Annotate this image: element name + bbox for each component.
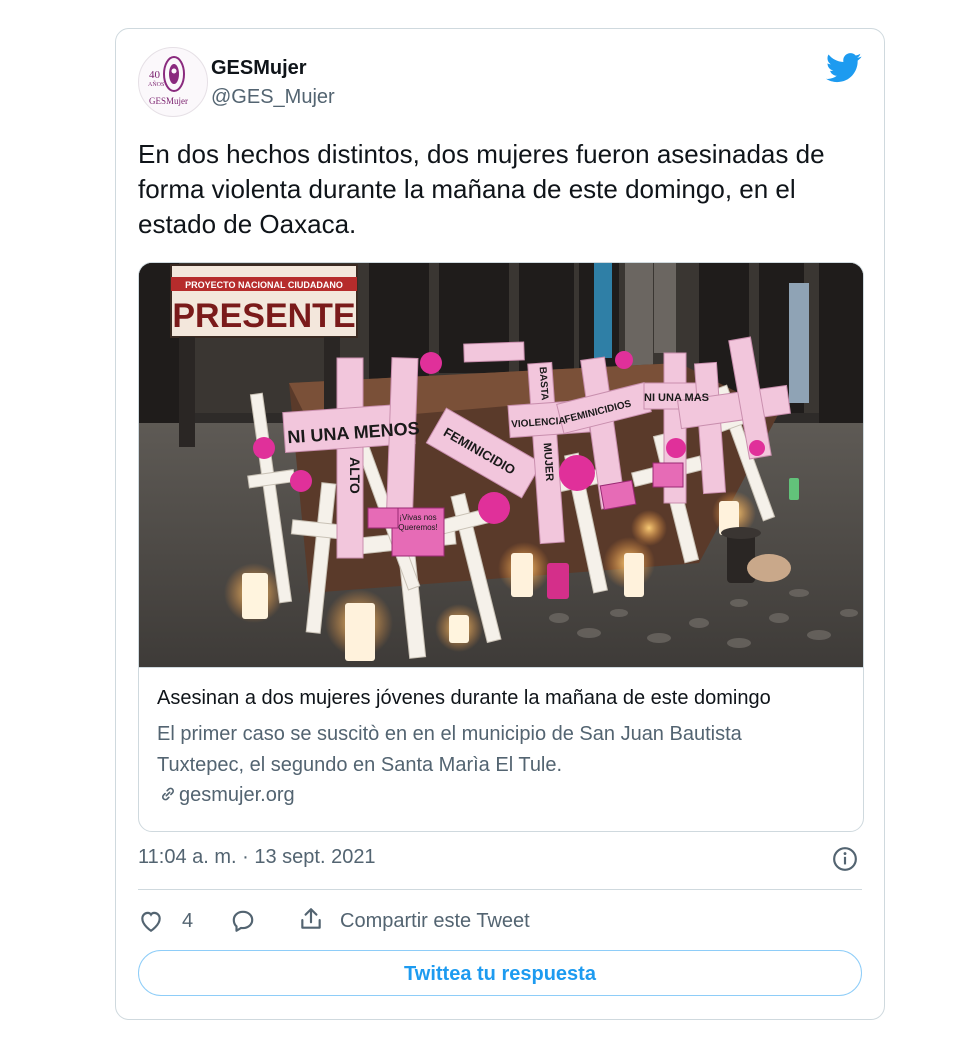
link-card-domain-text: gesmujer.org <box>179 784 295 806</box>
avatar-logo-brand: GESMujer <box>149 96 188 106</box>
link-icon <box>162 787 174 801</box>
avatar-logo-years: AÑOS <box>148 82 165 88</box>
cross-basta-text: BASTA <box>537 366 550 400</box>
banner-top-text: PROYECTO NACIONAL CIUDADANO <box>185 280 343 290</box>
divider <box>138 889 862 890</box>
link-card-description: El primer caso se suscitò en en el munic… <box>157 723 742 776</box>
memorial-crosses-photo: PROYECTO NACIONAL CIUDADANO PRESENTE NI … <box>139 263 863 667</box>
tweet-actions: 4 Compartir este Tweet <box>138 904 862 944</box>
share-tweet-button[interactable]: Compartir este Tweet <box>340 910 530 933</box>
cross-ni-una-mas-text: NI UNA MAS <box>644 392 709 404</box>
link-card-title[interactable]: Asesinan a dos mujeres jóvenes durante l… <box>157 687 847 710</box>
heart-icon[interactable] <box>138 908 164 934</box>
share-upload-icon[interactable] <box>298 906 324 932</box>
cross-alto-text: ALTO <box>347 457 363 494</box>
info-icon[interactable] <box>832 846 858 872</box>
tweet-header: 40 AÑOS GESMujer GESMujer @GES_Mujer <box>138 47 862 117</box>
avatar-logo-number: 40 <box>149 69 160 81</box>
tweet-card: 40 AÑOS GESMujer GESMujer @GES_Mujer En … <box>115 28 885 1020</box>
link-preview-card[interactable]: PROYECTO NACIONAL CIUDADANO PRESENTE NI … <box>138 262 864 832</box>
reply-tweet-button[interactable]: Twittea tu respuesta <box>138 950 862 996</box>
like-count[interactable]: 4 <box>182 910 193 933</box>
twitter-bird-icon[interactable] <box>826 53 862 83</box>
avatar[interactable]: 40 AÑOS GESMujer <box>138 47 208 117</box>
author-handle[interactable]: @GES_Mujer <box>211 86 335 109</box>
author-name[interactable]: GESMujer <box>211 57 307 80</box>
tweet-timestamp[interactable]: 11:04 a. m. · 13 sept. 2021 <box>138 846 376 869</box>
avatar-emblem-icon <box>163 56 185 92</box>
banner-main-text: PRESENTE <box>172 297 355 335</box>
tweet-text: En dos hechos distintos, dos mujeres fue… <box>138 139 825 239</box>
link-preview-image[interactable]: PROYECTO NACIONAL CIUDADANO PRESENTE NI … <box>139 263 863 668</box>
link-card-domain[interactable]: gesmujer.org <box>157 784 295 807</box>
vivas-placard-text: ¡Vivas nos Queremos! <box>398 513 438 532</box>
reply-bubble-icon[interactable] <box>230 908 256 934</box>
